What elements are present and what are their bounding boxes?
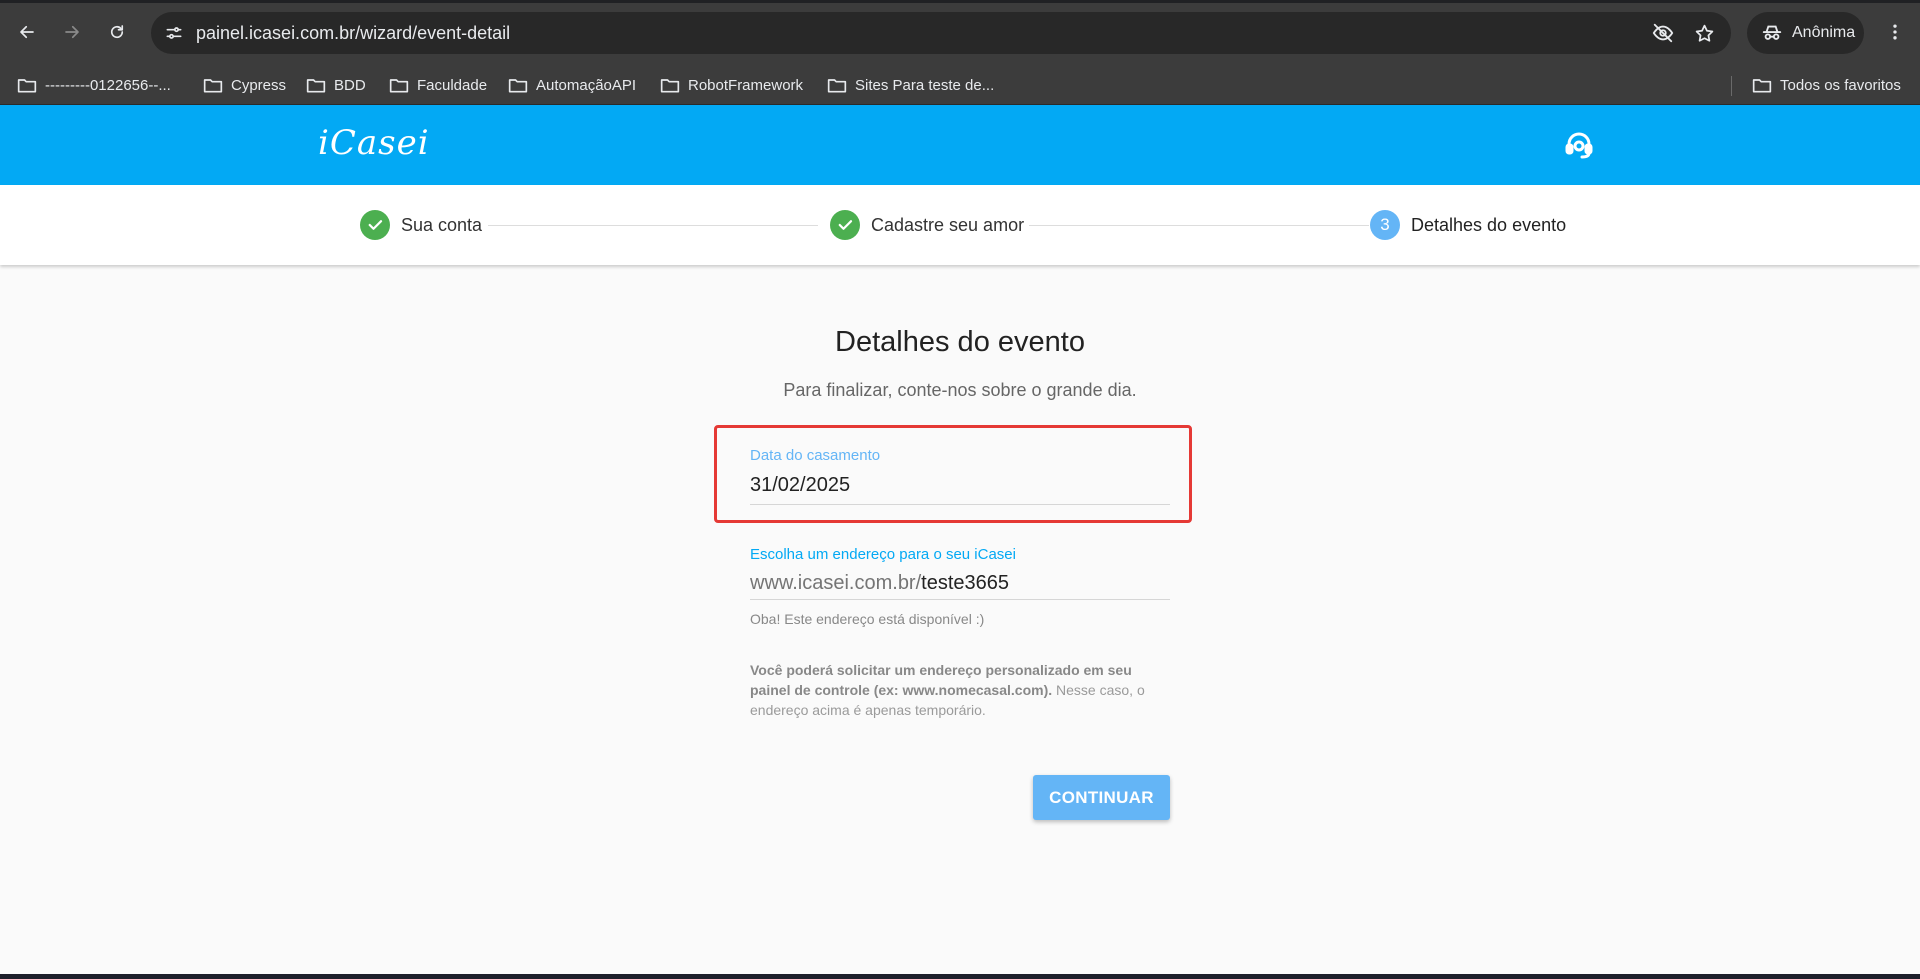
step-cadastre-seu-amor[interactable]: Cadastre seu amor [830, 210, 1024, 240]
reload-icon [110, 25, 124, 39]
back-button[interactable] [12, 17, 42, 47]
eye-off-icon[interactable] [1648, 18, 1678, 48]
kebab-menu-icon [1893, 24, 1897, 40]
bookmark-label: Todos os favoritos [1780, 76, 1901, 94]
bookmark-label: BDD [334, 76, 366, 94]
browser-toolbar: painel.icasei.com.br/wizard/event-detail… [0, 0, 1920, 66]
bookmark-label: Sites Para teste de... [855, 76, 995, 94]
bookmarks-bar: ---------0122656--... Cypress BDD Faculd… [0, 66, 1920, 105]
incognito-profile-button[interactable]: Anônima [1747, 12, 1864, 54]
page-title: Detalhes do evento [835, 326, 1085, 358]
step-label: Detalhes do evento [1411, 214, 1567, 235]
address-prefix: www.icasei.com.br/ [750, 571, 922, 594]
browser-menu-button[interactable] [1880, 17, 1910, 47]
custom-address-note: Você poderá solicitar um endereço person… [750, 660, 1170, 720]
bookmark-folder[interactable]: RobotFramework [660, 74, 803, 96]
folder-icon [17, 79, 37, 93]
continue-button[interactable]: CONTINUAR [1033, 775, 1170, 820]
arrow-right-icon [65, 25, 79, 39]
step-connector [488, 225, 818, 226]
folder-icon [508, 79, 528, 93]
step-detalhes-do-evento[interactable]: 3 Detalhes do evento [1370, 210, 1566, 240]
incognito-icon [1762, 25, 1782, 40]
tab-strip [0, 0, 1920, 3]
bookmark-label: Faculdade [417, 76, 488, 94]
reload-button[interactable] [102, 17, 132, 47]
step-connector [1029, 225, 1369, 226]
bookmark-star-icon[interactable] [1689, 18, 1719, 48]
bookmark-label: Cypress [231, 76, 287, 94]
address-underline [750, 599, 1170, 600]
wedding-date-label: Data do casamento [750, 447, 881, 464]
step-label: Cadastre seu amor [871, 214, 1025, 235]
folder-icon [827, 79, 847, 93]
folder-icon [389, 79, 409, 93]
wedding-date-field: Data do casamento [750, 447, 1170, 505]
step-label: Sua conta [401, 214, 483, 235]
bookmark-folder[interactable]: ---------0122656--... [17, 74, 171, 96]
step-done-badge [360, 210, 390, 240]
url-text[interactable]: painel.icasei.com.br/wizard/event-detail [196, 12, 510, 54]
step-number-badge: 3 [1370, 210, 1400, 240]
bookmark-label: RobotFramework [688, 76, 804, 94]
icasei-logo[interactable]: iCasei [318, 123, 430, 163]
site-info-icon[interactable] [159, 18, 189, 48]
wizard-stepper: Sua conta Cadastre seu amor 3 Detalhes d… [0, 185, 1920, 265]
bookmarks-divider [1731, 76, 1732, 96]
folder-icon [660, 79, 680, 93]
bookmark-folder[interactable]: Cypress [203, 74, 286, 96]
wedding-date-underline [750, 504, 1170, 505]
folder-icon [203, 79, 223, 93]
bookmark-label: ---------0122656--... [45, 76, 171, 94]
forward-button[interactable] [57, 17, 87, 47]
folder-icon [1752, 79, 1772, 93]
wedding-date-input[interactable] [750, 471, 1170, 499]
bookmark-folder[interactable]: Faculdade [389, 74, 487, 96]
taskbar-edge [0, 974, 1920, 979]
profile-label: Anônima [1792, 24, 1856, 41]
bookmark-folder[interactable]: AutomaçãoAPI [508, 74, 636, 96]
folder-icon [306, 79, 326, 93]
check-icon [368, 220, 383, 230]
check-icon [838, 220, 853, 230]
address-bar[interactable]: painel.icasei.com.br/wizard/event-detail [151, 12, 1731, 54]
support-headset-icon[interactable] [1563, 129, 1595, 161]
address-row: www.icasei.com.br/ [750, 569, 1187, 597]
address-input[interactable] [921, 569, 1187, 597]
bookmark-folder[interactable]: BDD [306, 74, 366, 96]
bookmark-folder[interactable]: Sites Para teste de... [827, 74, 994, 96]
step-sua-conta[interactable]: Sua conta [360, 210, 482, 240]
bookmark-label: AutomaçãoAPI [536, 76, 637, 94]
arrow-left-icon [20, 25, 34, 39]
step-done-badge [830, 210, 860, 240]
address-field: Escolha um endereço para o seu iCasei ww… [750, 546, 1187, 600]
address-available-helper: Oba! Este endereço está disponível :) [750, 611, 985, 627]
page-subtitle: Para finalizar, conte-nos sobre o grande… [783, 380, 1137, 400]
all-bookmarks-folder[interactable]: Todos os favoritos [1752, 74, 1901, 96]
address-label: Escolha um endereço para o seu iCasei [750, 546, 1016, 563]
site-header: iCasei [0, 105, 1920, 185]
